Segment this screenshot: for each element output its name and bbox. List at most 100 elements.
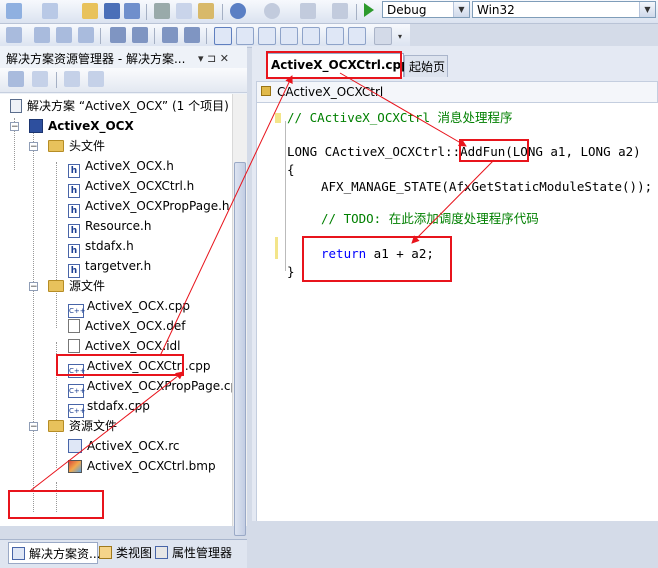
file-label: stdafx.h xyxy=(85,239,134,253)
folder-label: 头文件 xyxy=(69,139,106,153)
tree-file[interactable]: C++ActiveX_OCX.cpp xyxy=(68,296,190,318)
collapse-icon[interactable]: − xyxy=(29,422,38,432)
tree-file[interactable]: h ActiveX_OCX.h xyxy=(68,156,174,178)
folder-icon xyxy=(48,420,64,432)
tree-file[interactable]: C++ActiveX_OCXPropPage.cpp xyxy=(68,376,232,398)
rc-file-icon xyxy=(68,439,82,453)
refresh-icon[interactable] xyxy=(64,71,80,87)
increase-indent-icon[interactable] xyxy=(132,27,148,43)
file-label: ActiveX_OCXPropPage.cpp xyxy=(87,379,232,393)
class-diagram-icon[interactable] xyxy=(88,71,104,87)
tree-file[interactable]: h ActiveX_OCXPropPage.h xyxy=(68,196,230,218)
tree-scrollbar[interactable] xyxy=(232,94,247,536)
redo-icon[interactable] xyxy=(264,3,280,19)
list-members-icon[interactable] xyxy=(6,27,22,43)
save-all-icon[interactable] xyxy=(124,3,140,19)
undo-icon[interactable] xyxy=(230,3,246,19)
tree-file[interactable]: ActiveX_OCX.idl xyxy=(68,336,180,356)
tree-solution[interactable]: 解决方案 “ActiveX_OCX” (1 个项目) xyxy=(10,96,229,116)
toolbar-overflow-icon[interactable]: ▾ xyxy=(398,32,402,41)
class-scope-bar[interactable]: CActiveX_OCXCtrl xyxy=(256,81,658,103)
navigate-back-icon[interactable] xyxy=(300,3,316,19)
solution-explorer-toolbar xyxy=(0,68,247,93)
folder-icon xyxy=(48,140,64,152)
clear-bookmarks-icon[interactable] xyxy=(374,27,392,45)
bitmap-file-icon xyxy=(68,460,82,473)
tree-folder-sources[interactable]: 源文件 xyxy=(48,276,105,296)
file-label: ActiveX_OCXCtrl.bmp xyxy=(87,459,216,473)
tab-solution-explorer[interactable]: 解决方案资... xyxy=(8,542,101,564)
next-bookmark-in-document-icon[interactable] xyxy=(348,27,366,45)
copy-icon[interactable] xyxy=(176,3,192,19)
tab-start-page[interactable]: 起始页 xyxy=(404,55,448,77)
highlight-bottom-tab xyxy=(8,490,104,519)
tree-file[interactable]: ActiveX_OCXCtrl.bmp xyxy=(68,456,216,476)
parameter-info-icon[interactable] xyxy=(34,27,50,43)
file-label: stdafx.cpp xyxy=(87,399,150,413)
toolbar-separator xyxy=(146,4,147,20)
tree-folder-headers[interactable]: 头文件 xyxy=(48,136,105,156)
navigate-forward-icon[interactable] xyxy=(332,3,348,19)
next-bookmark-icon[interactable] xyxy=(258,27,276,45)
solution-explorer-panel: 解决方案资源管理器 - 解决方案... ▾ ⊐ ✕ 解决方案 “ActiveX_… xyxy=(0,46,247,568)
solution-config-select[interactable]: Debug ▼ xyxy=(382,1,470,18)
open-folder-icon[interactable] xyxy=(82,3,98,19)
code-editor[interactable]: // CActiveX_OCXCtrl 消息处理程序 LONG CActiveX… xyxy=(256,103,658,521)
tree-file[interactable]: h stdafx.h xyxy=(68,236,134,258)
tree-file[interactable]: ActiveX_OCX.def xyxy=(68,316,185,336)
decrease-indent-icon[interactable] xyxy=(110,27,126,43)
text-editor-toolbar: ▾ xyxy=(0,24,410,48)
signature-prefix: LONG CActiveX_OCXCtrl:: xyxy=(287,144,461,159)
solution-config-value: Debug xyxy=(387,3,427,17)
def-file-icon xyxy=(68,319,80,333)
class-view-icon xyxy=(99,546,112,559)
toggle-bookmark-icon[interactable] xyxy=(214,27,232,45)
tab-class-view[interactable]: 类视图 xyxy=(96,542,152,564)
change-marker xyxy=(275,237,278,259)
quick-info-icon[interactable] xyxy=(56,27,72,43)
tree-file[interactable]: C++stdafx.cpp xyxy=(68,396,150,418)
previous-bookmark-icon[interactable] xyxy=(236,27,254,45)
chevron-down-icon[interactable]: ▼ xyxy=(639,2,655,17)
standard-toolbar: Debug ▼ Win32 ▼ xyxy=(0,0,658,24)
collapse-icon[interactable]: − xyxy=(29,142,38,152)
tree-file[interactable]: h targetver.h xyxy=(68,256,151,278)
tree-file[interactable]: h Resource.h xyxy=(68,216,152,238)
previous-bookmark-in-document-icon[interactable] xyxy=(326,27,344,45)
show-all-files-icon[interactable] xyxy=(32,71,48,87)
tab-label: 解决方案资... xyxy=(29,547,101,561)
toolbar-separator xyxy=(56,72,57,88)
new-project-icon[interactable] xyxy=(6,3,22,19)
tab-property-manager[interactable]: 属性管理器 xyxy=(152,542,232,564)
file-label: Resource.h xyxy=(85,219,152,233)
paste-icon[interactable] xyxy=(198,3,214,19)
file-label: ActiveX_OCXCtrl.h xyxy=(85,179,195,193)
cut-icon[interactable] xyxy=(154,3,170,19)
folder-icon xyxy=(48,280,64,292)
panel-pin-icon[interactable]: ▾ ⊐ ✕ xyxy=(198,52,229,65)
complete-word-icon[interactable] xyxy=(78,27,94,43)
collapse-icon[interactable]: − xyxy=(29,282,38,292)
comment-lines-icon[interactable] xyxy=(162,27,178,43)
tree-file[interactable]: h ActiveX_OCXCtrl.h xyxy=(68,176,195,198)
save-icon[interactable] xyxy=(104,3,120,19)
platform-select[interactable]: Win32 ▼ xyxy=(472,1,656,18)
solution-label: 解决方案 “ActiveX_OCX” (1 个项目) xyxy=(27,99,229,113)
tree-project[interactable]: ActiveX_OCX xyxy=(29,116,134,136)
next-bookmark-in-folder-icon[interactable] xyxy=(302,27,320,45)
previous-bookmark-in-folder-icon[interactable] xyxy=(280,27,298,45)
tree-file[interactable]: ActiveX_OCX.rc xyxy=(68,436,179,456)
file-label: ActiveX_OCX.def xyxy=(85,319,186,333)
tree-folder-resources[interactable]: 资源文件 xyxy=(48,416,117,436)
add-item-icon[interactable] xyxy=(42,3,58,19)
collapse-icon[interactable]: − xyxy=(10,122,19,132)
uncomment-lines-icon[interactable] xyxy=(184,27,200,43)
toolbar-separator xyxy=(100,28,101,44)
properties-icon[interactable] xyxy=(8,71,24,87)
panel-tab-strip: 解决方案资... 类视图 属性管理器 xyxy=(0,539,247,568)
start-debugging-icon[interactable] xyxy=(364,3,374,17)
chevron-down-icon[interactable]: ▼ xyxy=(453,2,469,17)
file-label: ActiveX_OCX.rc xyxy=(87,439,180,453)
scrollbar-thumb[interactable] xyxy=(234,162,246,536)
file-label: ActiveX_OCX.idl xyxy=(85,339,181,353)
